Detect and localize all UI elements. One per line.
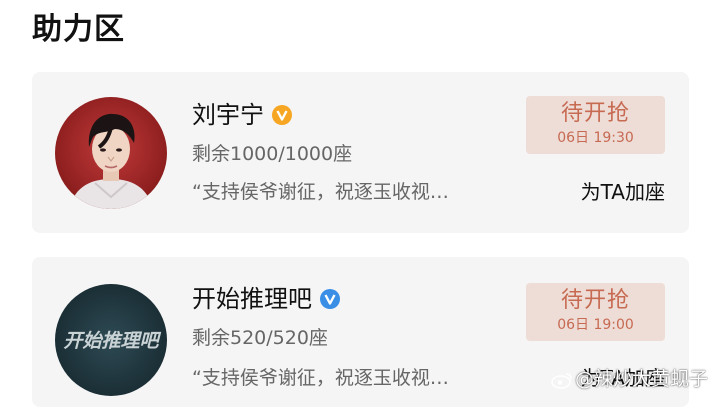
watermark-text: @辣炒大黄蚬子 xyxy=(574,368,708,390)
support-message: “支持侯爷谢征，祝逐玉收视… xyxy=(192,181,449,203)
status-badge: 待开抢 06日 19:00 xyxy=(526,283,665,341)
avatar[interactable]: 开始推理吧 xyxy=(55,284,167,396)
support-message: “支持侯爷谢征，祝逐玉收视… xyxy=(192,367,449,389)
verified-orange-icon xyxy=(272,102,292,125)
weibo-watermark: @辣炒大黄蚬子 xyxy=(551,364,708,394)
user-name-text: 开始推理吧 xyxy=(192,285,312,313)
user-name[interactable]: 刘宇宁 xyxy=(192,100,292,130)
status-time: 06日 19:00 xyxy=(557,317,634,333)
user-name[interactable]: 开始推理吧 xyxy=(192,284,340,314)
section-title: 助力区 xyxy=(32,12,125,47)
avatar[interactable] xyxy=(55,97,167,209)
person-portrait-icon xyxy=(55,97,167,209)
boost-card[interactable]: 刘宇宁 剩余1000/1000座 “支持侯爷谢征，祝逐玉收视… 待开抢 06日 … xyxy=(32,72,689,233)
show-logo-avatar: 开始推理吧 xyxy=(55,284,167,396)
seats-remaining: 剩余520/520座 xyxy=(192,327,328,349)
user-name-text: 刘宇宁 xyxy=(192,101,264,129)
status-time: 06日 19:30 xyxy=(557,130,634,146)
status-badge: 待开抢 06日 19:30 xyxy=(526,96,665,154)
avatar-logo-text: 开始推理吧 xyxy=(63,330,161,352)
status-label: 待开抢 xyxy=(560,288,630,313)
weibo-logo-icon xyxy=(551,371,573,394)
status-label: 待开抢 xyxy=(560,101,630,126)
seats-remaining: 剩余1000/1000座 xyxy=(192,143,353,165)
add-seat-button[interactable]: 为TA加座 xyxy=(581,179,665,205)
verified-blue-icon xyxy=(320,286,340,309)
